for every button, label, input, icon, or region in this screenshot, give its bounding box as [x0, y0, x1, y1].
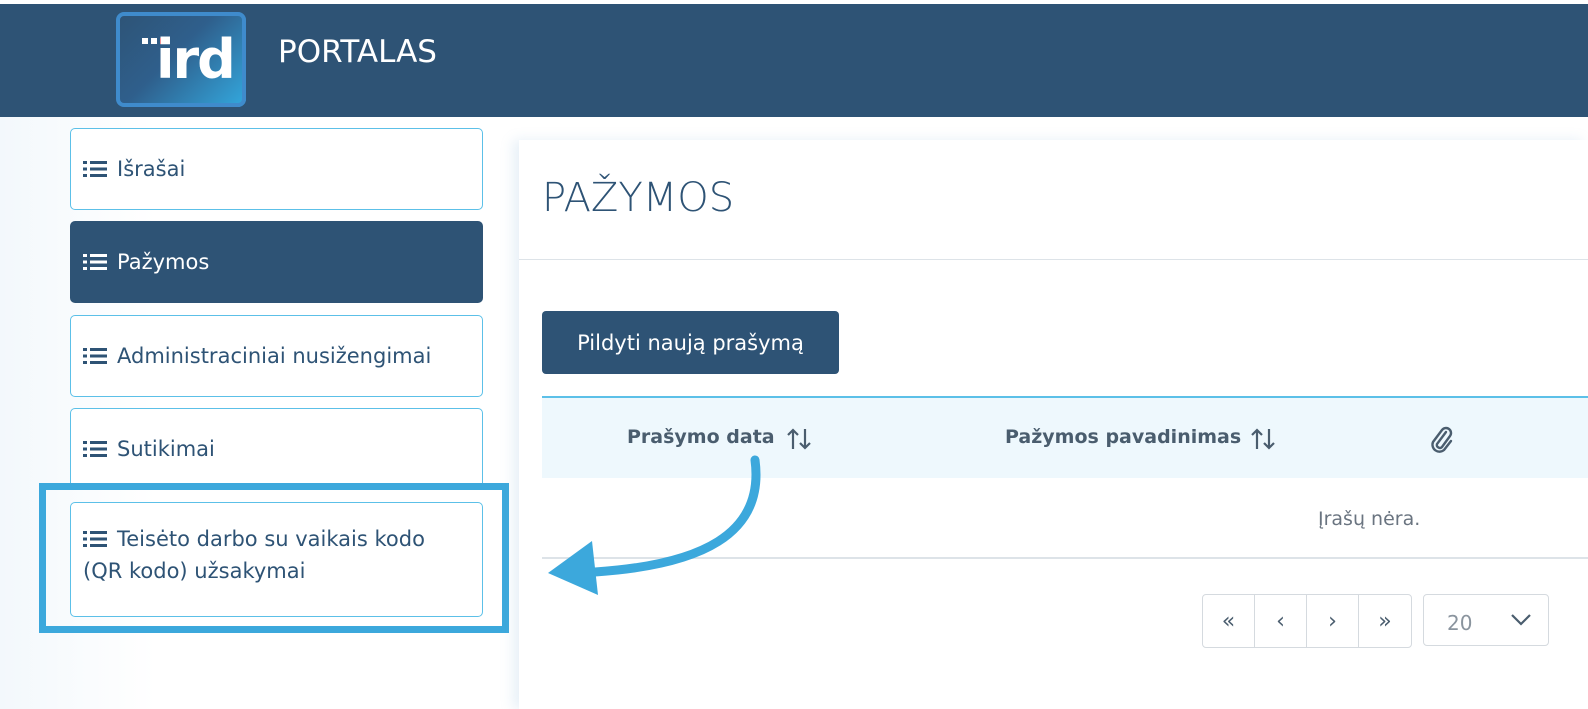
ird-logo[interactable]: ird	[116, 12, 246, 107]
sidebar-item-pazymos[interactable]: Pažymos	[70, 221, 483, 303]
highlight-frame	[39, 483, 509, 633]
sort-icon[interactable]	[1250, 426, 1276, 452]
logo-text: ird	[156, 28, 236, 91]
curved-arrow-annotation	[548, 455, 761, 595]
sidebar-item-administraciniai[interactable]: Administraciniai nusižengimai	[70, 315, 483, 397]
list-icon	[83, 160, 107, 177]
page-title: PAŽYMOS	[542, 175, 735, 221]
sort-icon[interactable]	[786, 426, 812, 452]
next-page-button[interactable]: ›	[1307, 595, 1359, 647]
column-header-prasymo-data[interactable]: Prašymo data	[627, 426, 775, 448]
first-page-button[interactable]: «	[1203, 595, 1255, 647]
prev-page-button[interactable]: ‹	[1255, 595, 1307, 647]
pagination: « ‹ › »	[1202, 594, 1412, 648]
sidebar-item-label: Išrašai	[117, 156, 186, 181]
sidebar-item-israsai[interactable]: Išrašai	[70, 128, 483, 210]
sidebar-item-label: Administraciniai nusižengimai	[117, 343, 432, 368]
page-size-select[interactable]: 20	[1423, 594, 1549, 646]
sidebar-item-label: Sutikimai	[117, 436, 215, 461]
sidebar-item-sutikimai[interactable]: Sutikimai	[70, 408, 483, 490]
title-divider	[519, 259, 1588, 260]
last-page-button[interactable]: »	[1359, 595, 1411, 647]
empty-table-text: Įrašų nėra.	[1318, 508, 1421, 530]
list-icon	[83, 253, 107, 270]
list-icon	[83, 347, 107, 364]
new-request-button[interactable]: Pildyti naują prašymą	[542, 311, 839, 374]
portal-title: PORTALAS	[278, 34, 437, 70]
chevron-down-icon	[1511, 614, 1531, 626]
column-header-pazymos-pavadinimas[interactable]: Pažymos pavadinimas	[1005, 426, 1241, 448]
page-size-value: 20	[1447, 611, 1473, 635]
sidebar-item-label: Pažymos	[117, 249, 210, 274]
paperclip-icon	[1431, 426, 1453, 453]
list-icon	[83, 440, 107, 457]
